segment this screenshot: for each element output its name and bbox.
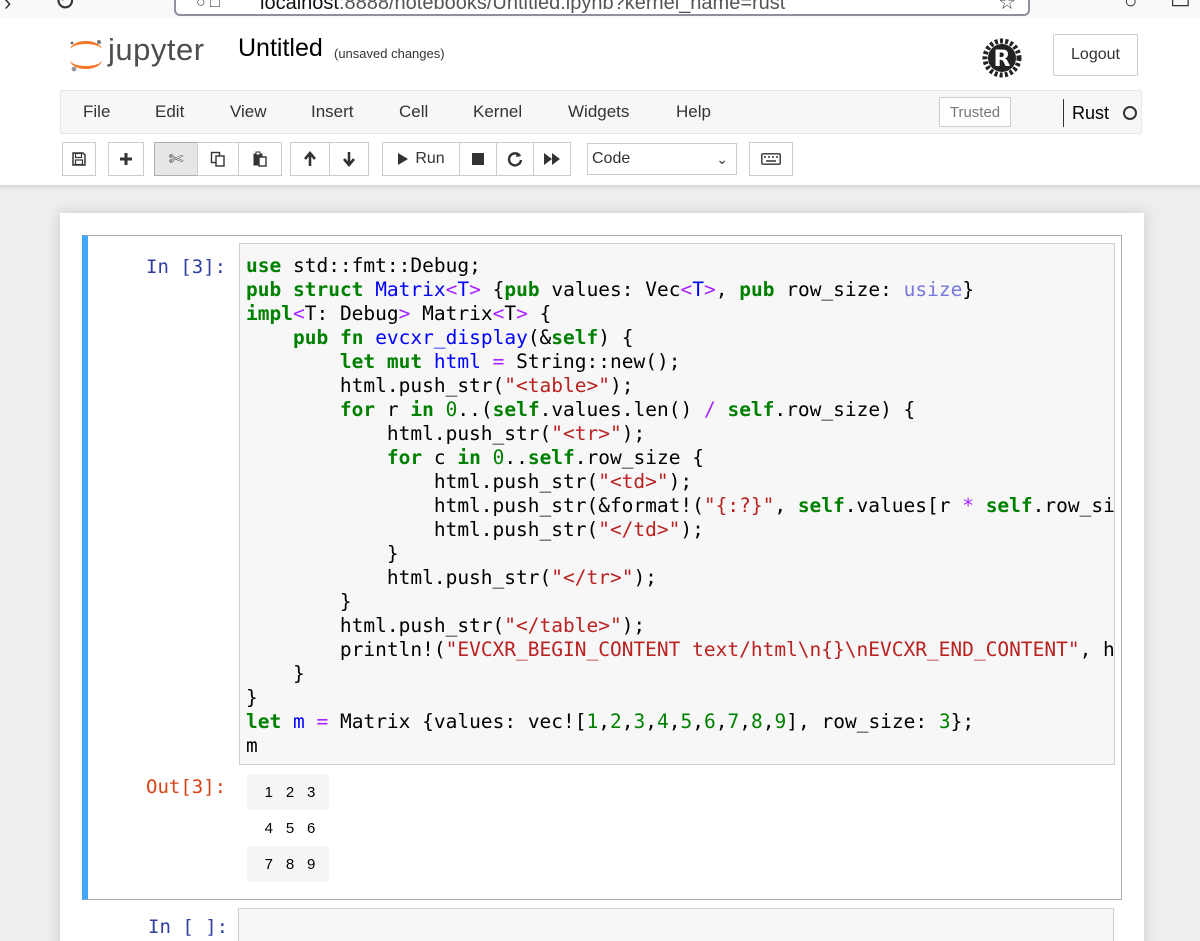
- move-up-button[interactable]: [290, 142, 330, 176]
- restart-icon: [507, 152, 523, 167]
- arrow-up-icon: [304, 151, 316, 166]
- copy-button[interactable]: [197, 142, 239, 176]
- interrupt-button[interactable]: [459, 142, 497, 176]
- cut-icon: ✄: [168, 148, 184, 169]
- trusted-indicator[interactable]: Trusted: [939, 97, 1011, 127]
- kernel-name[interactable]: Rust: [1063, 99, 1109, 127]
- run-button[interactable]: Run: [382, 142, 460, 176]
- svg-text:R: R: [994, 47, 1011, 72]
- url-text: localhost:8888/notebooks/Untitled.ipynb?…: [260, 0, 786, 14]
- save-status: (unsaved changes): [334, 46, 445, 61]
- extensions-icon[interactable]: ▭: [1170, 0, 1191, 14]
- input-prompt-empty: In [ ]:: [148, 916, 229, 938]
- empty-code-editor[interactable]: [238, 908, 1114, 941]
- code-text: use std::fmt::Debug; pub struct Matrix<T>…: [246, 254, 1115, 757]
- bookmark-star-icon[interactable]: ☆: [998, 0, 1016, 15]
- table-cell: 4: [264, 819, 273, 837]
- menu-kernel[interactable]: Kernel: [473, 102, 522, 122]
- move-down-button[interactable]: [329, 142, 369, 176]
- paste-icon: [253, 151, 267, 167]
- cut-button[interactable]: ✄: [154, 142, 198, 176]
- stop-icon: [472, 153, 484, 165]
- jupyter-logo-text[interactable]: jupyter: [108, 32, 205, 68]
- table-row: 7 8 9: [247, 846, 329, 882]
- reload-icon[interactable]: ↻: [54, 0, 76, 17]
- menu-file[interactable]: File: [83, 102, 110, 122]
- menu-view[interactable]: View: [230, 102, 267, 122]
- table-cell: 7: [247, 846, 277, 882]
- table-cell: 6: [307, 819, 316, 837]
- table-cell: 9: [303, 846, 329, 882]
- chevron-down-icon: ⌄: [716, 151, 728, 167]
- table-cell: 2: [277, 774, 303, 810]
- menu-cell[interactable]: Cell: [399, 102, 428, 122]
- restart-run-all-button[interactable]: [533, 142, 571, 176]
- notebook-container: In [3]: use std::fmt::Debug; pub struct M…: [60, 213, 1144, 941]
- table-cell: 1: [247, 774, 277, 810]
- menu-widgets[interactable]: Widgets: [568, 102, 629, 122]
- play-icon: [398, 153, 409, 165]
- output-prompt: Out[3]:: [146, 776, 227, 798]
- logout-button[interactable]: Logout: [1053, 34, 1138, 76]
- input-prompt: In [3]:: [146, 256, 227, 278]
- forward-icon[interactable]: ›: [4, 0, 11, 16]
- copy-icon: [210, 151, 225, 167]
- lock-icon: ○ □: [196, 0, 220, 11]
- menu-help[interactable]: Help: [676, 102, 711, 122]
- command-palette-button[interactable]: [749, 142, 793, 176]
- cell-type-value: Code: [592, 150, 631, 167]
- kernel-idle-icon: [1123, 106, 1137, 120]
- notebook-title[interactable]: Untitled: [238, 34, 323, 63]
- table-cell: 8: [277, 846, 303, 882]
- table-row: 4 5 6: [247, 810, 329, 846]
- browser-chrome: › ↻ ○ □ localhost:8888/notebooks/Untitle…: [0, 0, 1200, 18]
- keyboard-icon: [761, 153, 781, 165]
- table-cell: 5: [285, 819, 295, 837]
- fast-forward-icon: [544, 153, 560, 165]
- paste-button[interactable]: [238, 142, 282, 176]
- account-icon[interactable]: ○: [1124, 0, 1137, 14]
- save-button[interactable]: [62, 142, 96, 176]
- code-cell-selected[interactable]: In [3]: use std::fmt::Debug; pub struct M…: [82, 235, 1122, 900]
- jupyter-logo-icon[interactable]: [66, 34, 106, 74]
- run-button-label: Run: [415, 150, 445, 167]
- menubar: File Edit View Insert Cell Kernel Widget…: [60, 90, 1142, 134]
- menu-edit[interactable]: Edit: [155, 102, 184, 122]
- insert-cell-button[interactable]: [108, 142, 144, 176]
- rust-kernel-logo-icon: R: [982, 38, 1022, 78]
- jupyter-header: jupyter Untitled (unsaved changes) R Log…: [0, 18, 1200, 186]
- output-table: 1 2 3 4 5 6 7 8 9: [247, 774, 329, 882]
- plus-icon: [120, 153, 132, 165]
- url-bar[interactable]: ○ □ localhost:8888/notebooks/Untitled.ip…: [174, 0, 1030, 16]
- code-editor[interactable]: use std::fmt::Debug; pub struct Matrix<T>…: [239, 243, 1115, 765]
- table-row: 1 2 3: [247, 774, 329, 810]
- cell-type-select[interactable]: Code ⌄: [587, 143, 737, 175]
- menu-insert[interactable]: Insert: [311, 102, 354, 122]
- arrow-down-icon: [343, 152, 355, 167]
- restart-kernel-button[interactable]: [496, 142, 534, 176]
- table-cell: 3: [303, 774, 329, 810]
- save-icon: [72, 152, 86, 166]
